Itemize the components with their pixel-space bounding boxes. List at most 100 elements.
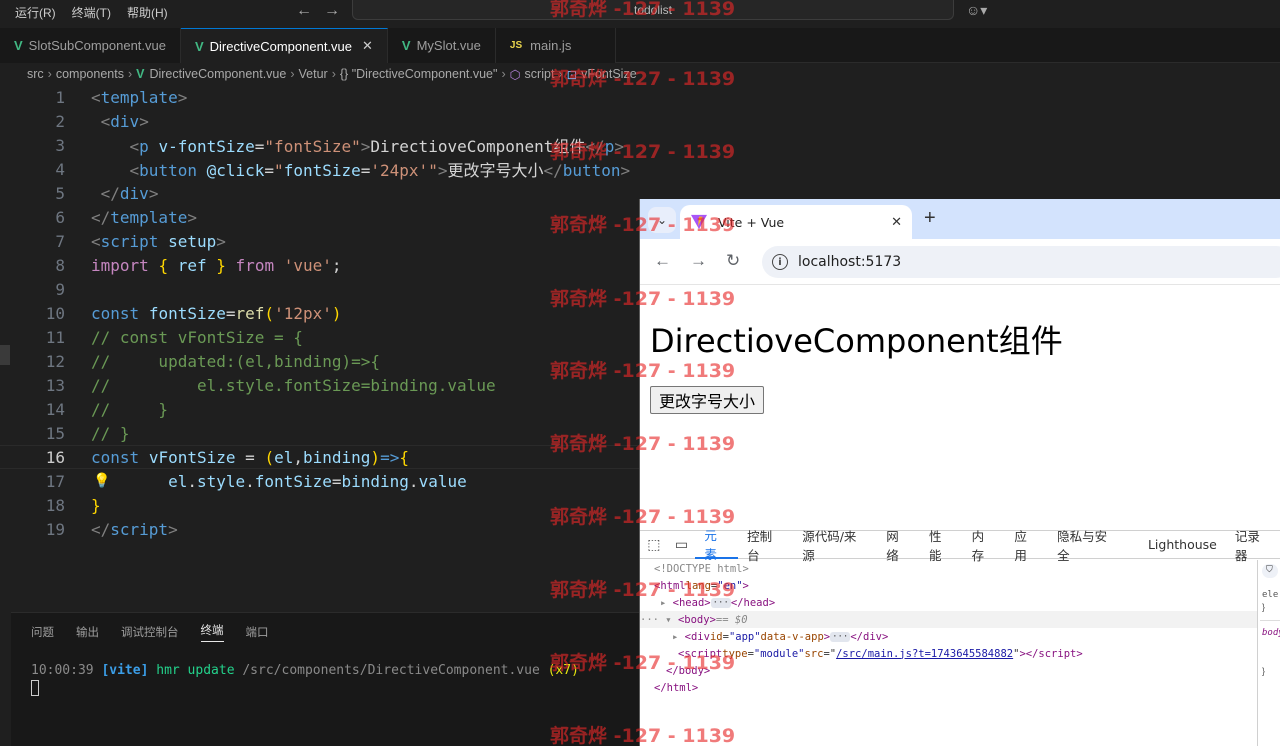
dom-body-close[interactable]: </body> (666, 662, 710, 679)
dom-head[interactable]: ▸ < head > ··· </head > (660, 594, 775, 611)
browser-window: ⌄ Vite + Vue ✕ + ← → ↻ i localhost:5173 … (639, 199, 1280, 746)
tab-mainjs[interactable]: JS main.js (495, 28, 616, 63)
code-line: 14 // } (0, 397, 640, 421)
code-line: 1 <template> (0, 85, 640, 109)
menu-run[interactable]: 运行(R) (0, 2, 64, 24)
vite-logo-icon (691, 214, 707, 230)
browser-toolbar: ← → ↻ i localhost:5173 (640, 239, 1280, 285)
terminal-msg: hmr update (156, 663, 235, 678)
forward-icon[interactable]: → (690, 251, 707, 271)
dom-div-app[interactable]: ▸ <div id = "app" data-v-app > ··· </div> (672, 628, 888, 645)
tab-terminal[interactable]: 终端 (200, 622, 224, 642)
styles-sidebar: 样 ⛉ ele } body } (1257, 560, 1280, 746)
history-nav: ← → (296, 0, 340, 22)
code-line: 17 💡 el.style.fontSize=binding.value (0, 469, 640, 493)
device-toolbar-icon[interactable]: ▭ (668, 537, 696, 553)
code-line: 6 </template> (0, 205, 640, 229)
cube-icon: ⬡ (509, 67, 521, 82)
devtools-tab-memory[interactable]: 内存 (963, 529, 1006, 563)
breadcrumb-item[interactable]: DirectiveComponent.vue (149, 67, 286, 81)
site-info-icon[interactable]: i (772, 254, 788, 270)
line-number: 9 (55, 279, 65, 299)
devtools-tab-lighthouse[interactable]: Lighthouse (1128, 531, 1226, 559)
devtools-tabs: ⬚ ▭ 元素 控制台 源代码/来源 网络 性能 内存 应用 隐私与安全 Ligh… (640, 528, 1280, 563)
breadcrumb-item[interactable]: components (56, 67, 124, 81)
line-number: 5 (55, 183, 65, 203)
forward-arrow-icon[interactable]: → (324, 2, 340, 20)
dom-doctype[interactable]: <!DOCTYPE html> (654, 560, 749, 577)
copilot-icon[interactable]: ☺▾ (966, 2, 987, 19)
dom-html-close[interactable]: </html> (654, 679, 698, 696)
vue-icon: V (194, 38, 204, 54)
line-number: 11 (45, 327, 65, 347)
tab-slotsubcomponent[interactable]: V SlotSubComponent.vue (0, 28, 181, 63)
code-line: 13 // el.style.fontSize=binding.value (0, 373, 640, 397)
dom-script[interactable]: <script type = "module" src ="/src/main.js?… (678, 645, 1083, 662)
breadcrumb-item[interactable]: Vetur (299, 67, 328, 81)
terminal-path: /src/components/DirectiveComponent.vue (242, 663, 540, 678)
code-text: // } (91, 399, 169, 419)
browser-tab-title: Vite + Vue (718, 214, 785, 230)
dom-html[interactable]: < html lang = "en" > (654, 577, 749, 594)
line-number: 16 (45, 447, 65, 467)
tab-label: MySlot.vue (416, 38, 481, 53)
devtools-tab-elements[interactable]: 元素 (695, 528, 739, 562)
breadcrumb: src › components › V DirectiveComponent.… (0, 63, 1280, 85)
menu-help[interactable]: 帮助(H) (119, 2, 176, 24)
tab-label: DirectiveComponent.vue (209, 38, 353, 54)
line-number: 4 (55, 159, 65, 179)
breadcrumb-item[interactable]: script (525, 67, 555, 81)
devtools-tab-sources[interactable]: 源代码/来源 (793, 529, 877, 563)
back-icon[interactable]: ← (654, 251, 671, 271)
devtools-tab-console[interactable]: 控制台 (738, 529, 793, 563)
code-line: 2 <div> (0, 109, 640, 133)
tab-search-icon[interactable]: ⌄ (648, 207, 676, 233)
tab-label: main.js (530, 38, 572, 53)
tab-debug-console[interactable]: 调试控制台 (121, 624, 179, 640)
chevron-right-icon: › (501, 67, 506, 81)
close-icon[interactable]: ✕ (362, 38, 373, 54)
devtools-tab-privacy[interactable]: 隐私与安全 (1048, 529, 1128, 563)
devtools-tab-recorder[interactable]: 记录器 (1226, 529, 1280, 563)
code-text: el.style.fontSize=binding.value (168, 471, 467, 491)
vue-icon: V (401, 38, 411, 53)
code-text: // updated:(el,binding)=>{ (91, 351, 380, 371)
menu-terminal[interactable]: 终端(T) (64, 2, 119, 24)
code-text: const vFontSize = (el,binding)=>{ (91, 447, 409, 467)
code-text: <button @click="fontSize='24px'">更改字号大小<… (129, 161, 631, 180)
inspect-element-icon[interactable]: ⬚ (640, 537, 668, 553)
tab-output[interactable]: 输出 (76, 624, 99, 640)
code-text: <script setup> (91, 231, 226, 251)
new-tab-icon[interactable]: + (924, 207, 936, 230)
tab-directivecomponent[interactable]: V DirectiveComponent.vue ✕ (180, 28, 388, 63)
close-icon[interactable]: ✕ (891, 215, 902, 230)
line-number: 14 (45, 399, 65, 419)
tab-ports[interactable]: 端口 (246, 624, 269, 640)
breadcrumb-item[interactable]: src (27, 67, 44, 81)
terminal-tag: [vite] (101, 663, 149, 678)
back-arrow-icon[interactable]: ← (296, 2, 312, 20)
tab-myslot[interactable]: V MySlot.vue (387, 28, 496, 63)
browser-tab[interactable]: Vite + Vue ✕ (680, 205, 912, 239)
panel-tabs: 问题 输出 调试控制台 终端 端口 (11, 613, 651, 651)
breadcrumb-item[interactable]: {} "DirectiveComponent.vue" (340, 67, 498, 81)
code-text: // el.style.fontSize=binding.value (91, 375, 496, 395)
code-line: 19 </script> (0, 517, 640, 541)
page-heading: DirectioveComponent组件 (650, 322, 1063, 360)
vue-icon: V (136, 67, 145, 81)
tab-label: SlotSubComponent.vue (28, 38, 166, 53)
code-line-current: 16 const vFontSize = (el,binding)=>{ (0, 445, 640, 469)
tab-problems[interactable]: 问题 (31, 624, 54, 640)
terminal-cursor[interactable] (31, 680, 39, 696)
reload-icon[interactable]: ↻ (726, 251, 740, 271)
devtools-tab-performance[interactable]: 性能 (920, 529, 963, 563)
change-font-size-button[interactable]: 更改字号大小 (650, 386, 765, 414)
address-bar[interactable]: i localhost:5173 (762, 246, 1280, 278)
code-text: // const vFontSize = { (91, 327, 303, 347)
filter-icon[interactable]: ⛉ (1262, 564, 1278, 578)
command-center-search[interactable]: todolist (352, 0, 954, 20)
devtools-tab-network[interactable]: 网络 (877, 529, 920, 563)
dom-body-selected[interactable]: ··· ▾ < body > == $0 (640, 611, 1257, 628)
devtools-tab-application[interactable]: 应用 (1005, 529, 1048, 563)
breadcrumb-item[interactable]: vFontSize (581, 67, 637, 81)
